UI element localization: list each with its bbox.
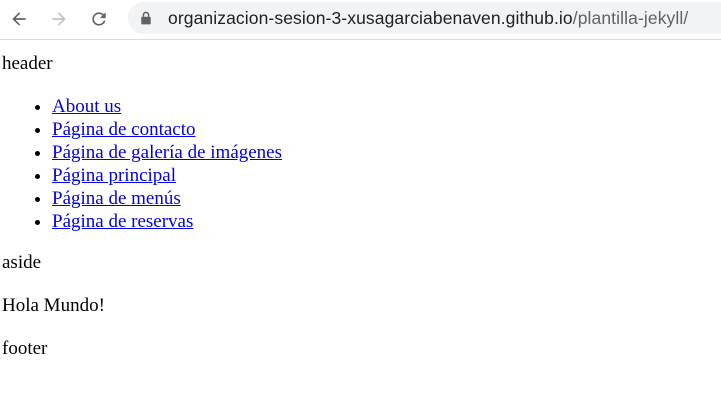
reload-button[interactable]	[86, 6, 112, 32]
main-content: Hola Mundo!	[2, 295, 105, 316]
page-content: header About us Página de contacto Págin…	[0, 41, 721, 360]
forward-button[interactable]	[46, 6, 72, 32]
url-domain: organizacion-sesion-3-xusagarciabenaven.…	[168, 7, 573, 28]
list-item: Página de contacto	[52, 118, 721, 141]
link-principal[interactable]: Página principal	[52, 165, 176, 186]
link-about-us[interactable]: About us	[52, 96, 121, 117]
back-button[interactable]	[6, 6, 32, 32]
header-section: header	[2, 53, 53, 74]
list-item: Página principal	[52, 164, 721, 187]
link-galeria[interactable]: Página de galería de imágenes	[52, 142, 282, 163]
browser-toolbar: organizacion-sesion-3-xusagarciabenaven.…	[0, 0, 721, 40]
url-text[interactable]: organizacion-sesion-3-xusagarciabenaven.…	[168, 8, 688, 29]
nav-list: About us Página de contacto Página de ga…	[0, 95, 721, 233]
address-bar[interactable]: organizacion-sesion-3-xusagarciabenaven.…	[128, 2, 721, 34]
link-menus[interactable]: Página de menús	[52, 188, 181, 209]
list-item: About us	[52, 95, 721, 118]
reload-icon	[92, 12, 106, 26]
list-item: Página de reservas	[52, 210, 721, 233]
link-reservas[interactable]: Página de reservas	[52, 211, 193, 232]
forward-arrow-icon	[52, 12, 66, 26]
aside-section: aside	[2, 252, 42, 273]
list-item: Página de galería de imágenes	[52, 141, 721, 164]
lock-icon[interactable]	[140, 10, 154, 26]
back-arrow-icon	[12, 12, 26, 26]
url-path: /plantilla-jekyll/	[572, 7, 689, 28]
link-contacto[interactable]: Página de contacto	[52, 119, 196, 140]
list-item: Página de menús	[52, 187, 721, 210]
footer-section: footer	[2, 338, 48, 359]
